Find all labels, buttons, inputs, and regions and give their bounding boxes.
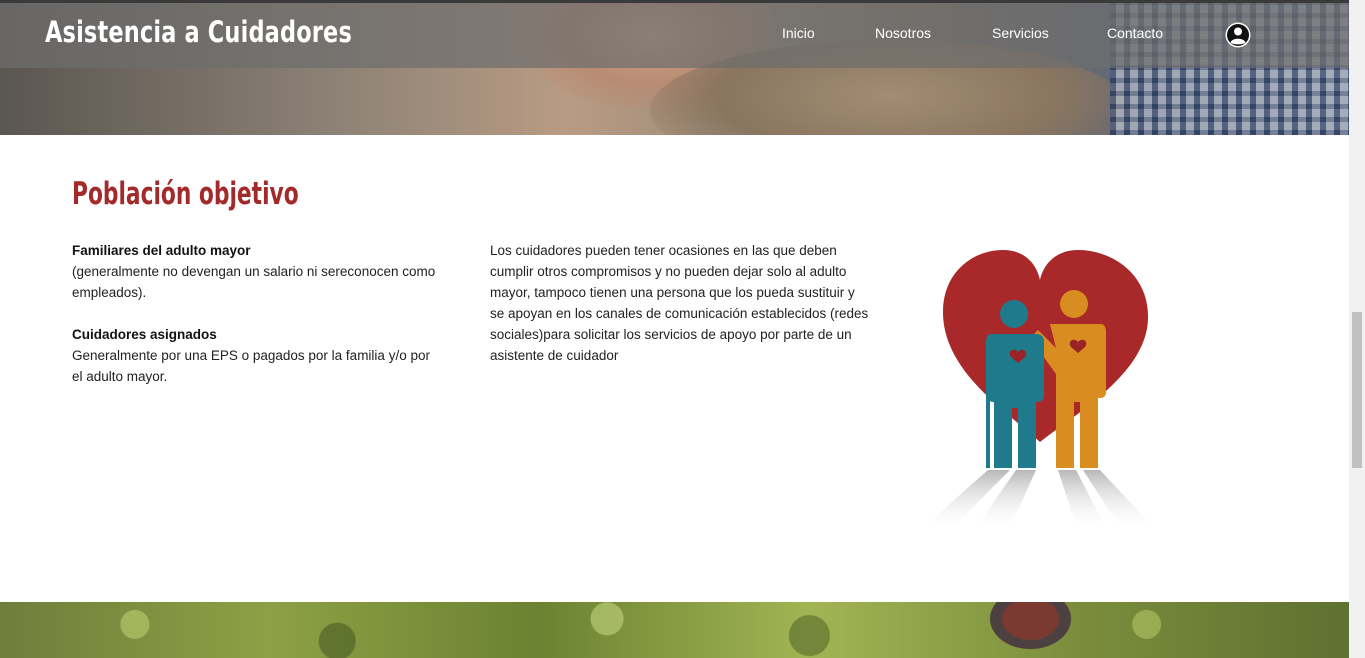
section-title: Población objetivo: [72, 176, 299, 212]
group2-heading: Cuidadores asignados: [72, 327, 217, 342]
nav-contacto[interactable]: Contacto: [1107, 25, 1163, 41]
target-groups: Familiares del adulto mayor (generalment…: [72, 240, 442, 387]
group1-heading: Familiares del adulto mayor: [72, 243, 251, 258]
group2-text: Generalmente por una EPS o pagados por l…: [72, 348, 430, 384]
nav-inicio[interactable]: Inicio: [782, 25, 815, 41]
next-section-banner-image: [0, 602, 1349, 658]
user-circle-icon[interactable]: [1225, 22, 1251, 48]
caregiver-heart-illustration: [918, 242, 1158, 534]
description-column: Los cuidadores pueden tener ocasiones en…: [490, 240, 870, 366]
group1-text: (generalmente no devengan un salario ni …: [72, 264, 436, 300]
description-text: Los cuidadores pueden tener ocasiones en…: [490, 243, 869, 363]
nav-servicios[interactable]: Servicios: [992, 25, 1049, 41]
navbar: Asistencia a Cuidadores Inicio Nosotros …: [0, 3, 1349, 68]
brand-logo-text[interactable]: Asistencia a Cuidadores: [45, 15, 352, 49]
page-scrollbar[interactable]: [1349, 0, 1365, 658]
scrollbar-thumb[interactable]: [1352, 312, 1362, 468]
nav-nosotros[interactable]: Nosotros: [875, 25, 931, 41]
page: Asistencia a Cuidadores Inicio Nosotros …: [0, 0, 1349, 658]
